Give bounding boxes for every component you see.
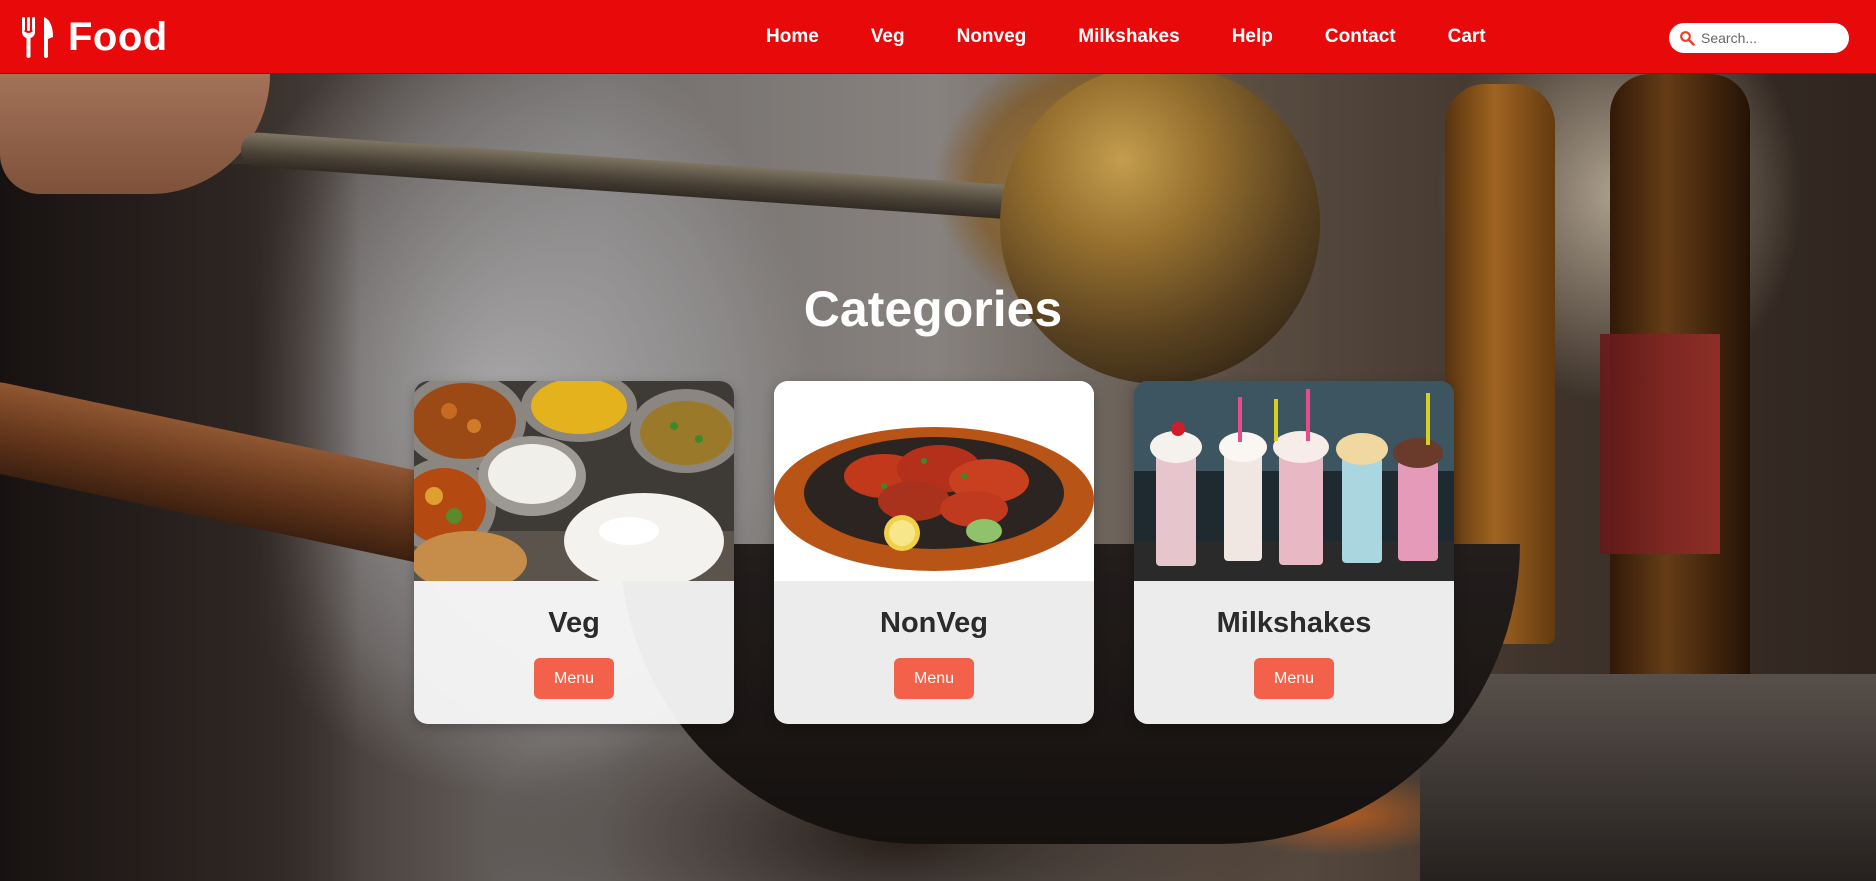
nav-link-cart[interactable]: Cart [1422, 26, 1512, 48]
veg-thali-image [414, 381, 734, 581]
card-title-milkshakes: Milkshakes [1216, 607, 1372, 639]
nav-link-veg[interactable]: Veg [845, 26, 931, 48]
category-card-veg: Veg Menu [414, 381, 734, 724]
nav-link-home[interactable]: Home [740, 26, 845, 48]
category-card-milkshakes: Milkshakes Menu [1134, 381, 1454, 724]
category-card-nonveg: NonVeg Menu [774, 381, 1094, 724]
card-title-nonveg: NonVeg [880, 607, 988, 639]
categories-section: Categories Veg Menu NonVeg Menu Milkshak… [0, 74, 1876, 881]
nav-link-contact[interactable]: Contact [1299, 26, 1422, 48]
veg-menu-button[interactable]: Menu [534, 658, 614, 699]
search-input[interactable] [1701, 30, 1841, 46]
milkshake-glasses-image [1134, 381, 1454, 581]
fork-knife-icon [22, 17, 53, 58]
search-box [1669, 23, 1849, 53]
navbar: Food Home Veg Nonveg Milkshakes Help Con… [0, 0, 1876, 74]
nav-link-milkshakes[interactable]: Milkshakes [1052, 26, 1205, 48]
tandoori-platter-image [774, 381, 1094, 581]
nonveg-menu-button[interactable]: Menu [894, 658, 974, 699]
brand-logo-link[interactable]: Food [20, 10, 168, 64]
milkshakes-menu-button[interactable]: Menu [1254, 658, 1334, 699]
nav-link-help[interactable]: Help [1206, 26, 1299, 48]
page-title: Categories [803, 281, 1063, 337]
search-icon [1680, 31, 1695, 46]
main-nav: Home Veg Nonveg Milkshakes Help Contact … [740, 0, 1512, 74]
nav-link-nonveg[interactable]: Nonveg [931, 26, 1053, 48]
brand-name: Food [68, 14, 168, 59]
card-title-veg: Veg [548, 607, 600, 639]
